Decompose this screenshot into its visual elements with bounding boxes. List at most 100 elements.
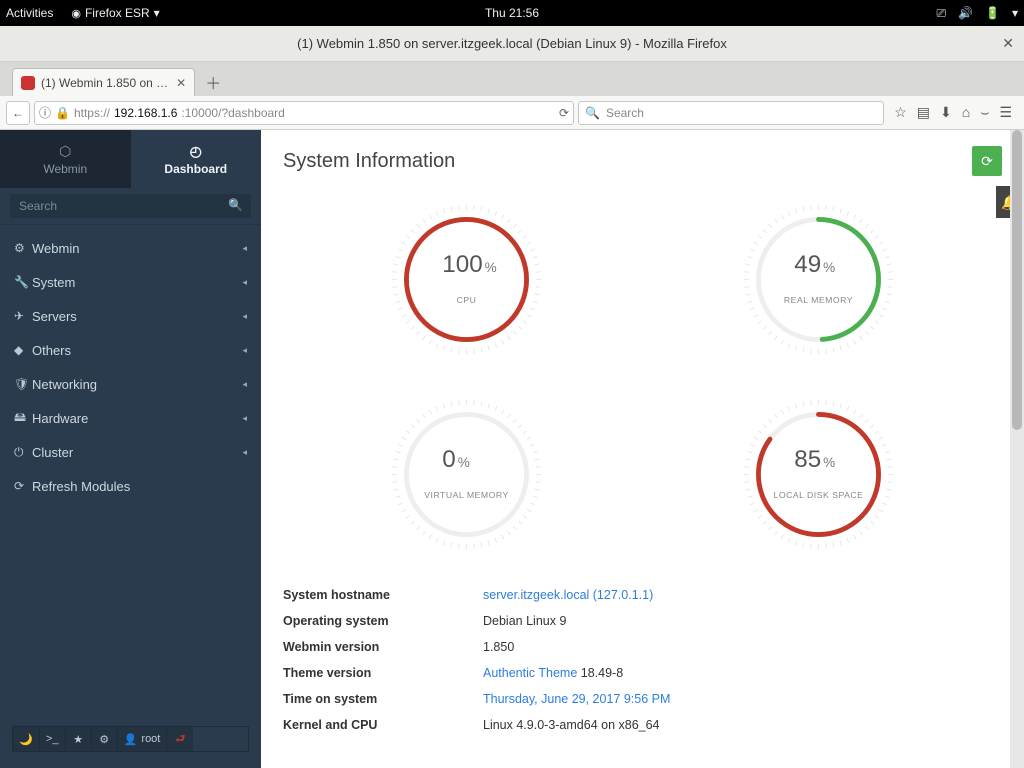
search-icon: 🔍 — [228, 198, 243, 212]
chevron-down-icon[interactable]: ▾ — [1012, 6, 1018, 20]
nav-label: Servers — [32, 309, 242, 324]
sidebar-tab-webmin[interactable]: ⬡ Webmin — [0, 130, 131, 188]
chevron-left-icon: ◂ — [242, 345, 247, 356]
browser-toolbar: ← ⓘ 🔒 https://192.168.1.6:10000/?dashboa… — [0, 96, 1024, 130]
user-icon: 👤 — [124, 733, 138, 746]
address-bar[interactable]: ⓘ 🔒 https://192.168.1.6:10000/?dashboard… — [34, 101, 574, 125]
info-value: Linux 4.9.0-3-amd64 on x86_64 — [483, 718, 660, 732]
sidebar-item-system[interactable]: 🔧System◂ — [0, 265, 261, 299]
browser-search-box[interactable]: 🔍 Search — [578, 101, 884, 125]
info-link[interactable]: server.itzgeek.local (127.0.1.1) — [483, 588, 653, 602]
info-value: 1.850 — [483, 640, 514, 654]
chevron-down-icon: ▾ — [154, 6, 160, 20]
scrollbar-track[interactable] — [1010, 130, 1024, 768]
info-icon: ⓘ — [39, 104, 51, 121]
nav-label: Webmin — [32, 241, 242, 256]
refresh-button[interactable]: ⟳ — [972, 146, 1002, 176]
info-link[interactable]: Thursday, June 29, 2017 9:56 PM — [483, 692, 670, 706]
svg-text:100%: 100% — [443, 251, 497, 278]
sidebar-item-cluster[interactable]: ⏻Cluster◂ — [0, 435, 261, 469]
gauge-cpu: 100% CPU — [321, 202, 613, 357]
hamburger-menu-icon[interactable]: ☰ — [999, 104, 1012, 121]
favorites-button[interactable]: ★ — [66, 727, 92, 751]
sidebar-item-networking[interactable]: 🛡Networking◂ — [0, 367, 261, 401]
user-button[interactable]: 👤root — [118, 727, 168, 751]
tab-close-button[interactable]: ✕ — [176, 76, 186, 90]
back-button[interactable]: ← — [6, 101, 30, 125]
sidebar-item-webmin[interactable]: ⚙Webmin◂ — [0, 231, 261, 265]
browser-tab-bar: (1) Webmin 1.850 on … ✕ ＋ — [0, 62, 1024, 96]
nav-icon: ⟳ — [14, 479, 32, 493]
window-titlebar: (1) Webmin 1.850 on server.itzgeek.local… — [0, 26, 1024, 62]
gnome-top-bar: Activities ◉ Firefox ESR ▾ Thu 21:56 ⎚ 🔊… — [0, 0, 1024, 26]
tab-title: (1) Webmin 1.850 on … — [41, 76, 168, 90]
night-mode-button[interactable]: 🌙 — [13, 727, 40, 751]
url-host: 192.168.1.6 — [114, 106, 177, 120]
info-link[interactable]: Authentic Theme — [483, 666, 577, 680]
current-app-menu[interactable]: ◉ Firefox ESR ▾ — [71, 6, 159, 20]
scrollbar-thumb[interactable] — [1012, 130, 1022, 430]
sysinfo-table: System hostnameserver.itzgeek.local (127… — [261, 582, 1024, 758]
svg-text:85%: 85% — [794, 446, 835, 473]
nav-icon: 🔧 — [14, 275, 32, 289]
sidebar-item-refresh-modules[interactable]: ⟳Refresh Modules — [0, 469, 261, 503]
battery-icon[interactable]: 🔋 — [985, 6, 1000, 20]
nav-label: Cluster — [32, 445, 242, 460]
nav-icon: ◆ — [14, 343, 32, 357]
info-key: System hostname — [283, 588, 483, 602]
info-row: Operating systemDebian Linux 9 — [283, 608, 1002, 634]
sidebar-item-servers[interactable]: ✈Servers◂ — [0, 299, 261, 333]
info-key: Webmin version — [283, 640, 483, 654]
svg-text:0%: 0% — [443, 446, 470, 473]
reader-icon[interactable]: ▤ — [917, 104, 930, 121]
lock-warning-icon: 🔒 — [55, 106, 70, 120]
info-key: Kernel and CPU — [283, 718, 483, 732]
svg-text:REAL MEMORY: REAL MEMORY — [784, 295, 853, 305]
webmin-icon: ⬡ — [59, 143, 71, 160]
sidebar-item-hardware[interactable]: 🖴Hardware◂ — [0, 401, 261, 435]
activities-button[interactable]: Activities — [6, 6, 53, 20]
gauges-grid: 100% CPU 49%REAL MEMORY 0% VIRTUAL MEMORY 85%… — [261, 192, 1024, 582]
nav-icon: ⏻ — [14, 445, 32, 460]
clock[interactable]: Thu 21:56 — [485, 6, 539, 20]
terminal-button[interactable]: >_ — [40, 727, 66, 751]
sidebar-nav: ⚙Webmin◂🔧System◂✈Servers◂◆Others◂🛡Networ… — [0, 225, 261, 716]
sidebar-item-others[interactable]: ◆Others◂ — [0, 333, 261, 367]
volume-icon[interactable]: 🔊 — [958, 6, 973, 20]
nav-icon: 🛡 — [14, 377, 32, 391]
browser-tab[interactable]: (1) Webmin 1.850 on … ✕ — [12, 68, 195, 96]
sidebar: ⬡ Webmin ◴ Dashboard 🔍 ⚙Webmin◂🔧System◂✈… — [0, 130, 261, 768]
nav-label: Refresh Modules — [32, 479, 247, 494]
network-icon[interactable]: ⎚ — [936, 6, 946, 21]
gauge-real-memory: 49%REAL MEMORY — [673, 202, 965, 357]
nav-icon: 🖴 — [14, 408, 32, 429]
info-row: Webmin version1.850 — [283, 634, 1002, 660]
nav-icon: ✈ — [14, 309, 32, 323]
reload-button[interactable]: ⟳ — [559, 106, 569, 120]
window-close-button[interactable]: ✕ — [1002, 35, 1014, 52]
settings-button[interactable]: ⚙ — [92, 727, 118, 751]
nav-icon: ⚙ — [14, 241, 32, 255]
nav-label: System — [32, 275, 242, 290]
info-row: Kernel and CPULinux 4.9.0-3-amd64 on x86… — [283, 712, 1002, 738]
download-icon[interactable]: ⬇ — [940, 104, 952, 121]
home-icon[interactable]: ⌂ — [962, 104, 970, 121]
search-icon: 🔍 — [585, 106, 600, 120]
sidebar-search-input[interactable] — [10, 194, 251, 218]
sidebar-search: 🔍 — [0, 188, 261, 225]
info-key: Operating system — [283, 614, 483, 628]
svg-text:VIRTUAL MEMORY: VIRTUAL MEMORY — [425, 490, 509, 500]
sidebar-tab-dashboard[interactable]: ◴ Dashboard — [131, 130, 262, 188]
logout-button[interactable]: ⮐ — [167, 727, 193, 751]
pocket-icon[interactable]: ⌣ — [980, 104, 989, 121]
svg-text:CPU: CPU — [457, 295, 477, 305]
content-area: System Information ⟳ 100%CPU49%REAL MEMO… — [261, 130, 1024, 768]
new-tab-button[interactable]: ＋ — [205, 68, 221, 96]
info-row: Theme versionAuthentic Theme 18.49-8 — [283, 660, 1002, 686]
star-icon[interactable]: ☆ — [894, 104, 907, 121]
chevron-left-icon: ◂ — [242, 379, 247, 390]
url-path: :10000/?dashboard — [181, 106, 284, 120]
info-row: System hostnameserver.itzgeek.local (127… — [283, 582, 1002, 608]
dashboard-icon: ◴ — [190, 143, 202, 160]
sidebar-footer: 🌙 >_ ★ ⚙ 👤root ⮐ — [0, 716, 261, 768]
